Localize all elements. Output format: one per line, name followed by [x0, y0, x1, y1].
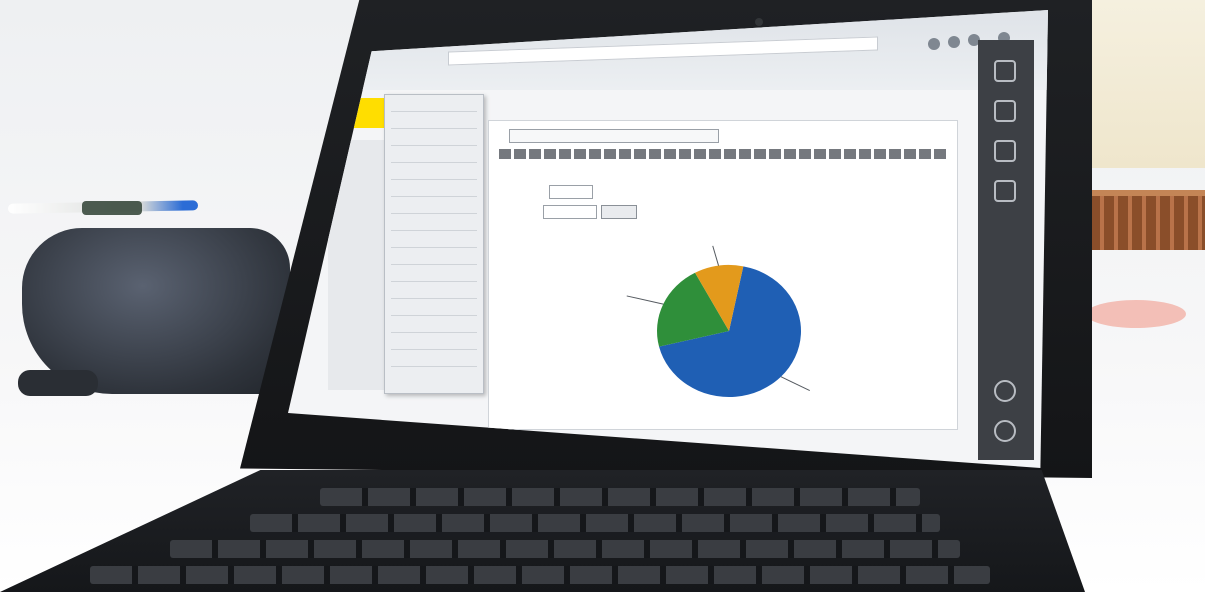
callout-line	[712, 245, 720, 266]
webcam	[755, 18, 763, 26]
callout-line	[780, 376, 810, 392]
menu-icon[interactable]	[948, 36, 960, 48]
side-dock	[978, 40, 1034, 460]
nav-item[interactable]	[391, 251, 477, 265]
key-row	[90, 566, 990, 584]
close-icon[interactable]	[994, 60, 1016, 82]
key-row	[170, 540, 960, 558]
nav-item[interactable]	[391, 302, 477, 316]
window-icon[interactable]	[994, 140, 1016, 162]
nav-item[interactable]	[391, 98, 477, 112]
nav-item[interactable]	[391, 149, 477, 163]
callout-line	[626, 295, 664, 305]
star-icon[interactable]	[928, 38, 940, 50]
profile-icon[interactable]	[994, 180, 1016, 202]
laptop-screen	[288, 10, 1048, 468]
key-row	[320, 488, 920, 506]
navigation-menu[interactable]	[384, 94, 484, 394]
chair-armrest	[18, 370, 98, 396]
window	[1086, 0, 1205, 168]
nav-item[interactable]	[391, 285, 477, 299]
info-box	[509, 129, 719, 143]
power-icon[interactable]	[994, 420, 1016, 442]
pen-grip	[82, 201, 142, 215]
help-icon[interactable]	[994, 380, 1016, 402]
filter-input[interactable]	[543, 205, 597, 219]
nav-item[interactable]	[391, 132, 477, 146]
pie-chart	[626, 245, 810, 397]
key-row	[250, 514, 940, 532]
nav-item[interactable]	[391, 336, 477, 350]
nav-item[interactable]	[391, 183, 477, 197]
red-object	[1086, 300, 1186, 328]
question-text	[499, 149, 949, 159]
dropdown-select[interactable]	[549, 185, 593, 199]
nav-item[interactable]	[391, 115, 477, 129]
nav-item[interactable]	[391, 353, 477, 367]
apply-button[interactable]	[601, 205, 637, 219]
nav-item[interactable]	[391, 319, 477, 333]
radiator	[1090, 190, 1205, 250]
layout-icon[interactable]	[994, 100, 1016, 122]
survey-content	[488, 120, 958, 430]
nav-item[interactable]	[391, 200, 477, 214]
nav-item[interactable]	[391, 268, 477, 282]
nav-item[interactable]	[391, 234, 477, 248]
nav-item[interactable]	[391, 217, 477, 231]
nav-item[interactable]	[391, 166, 477, 180]
